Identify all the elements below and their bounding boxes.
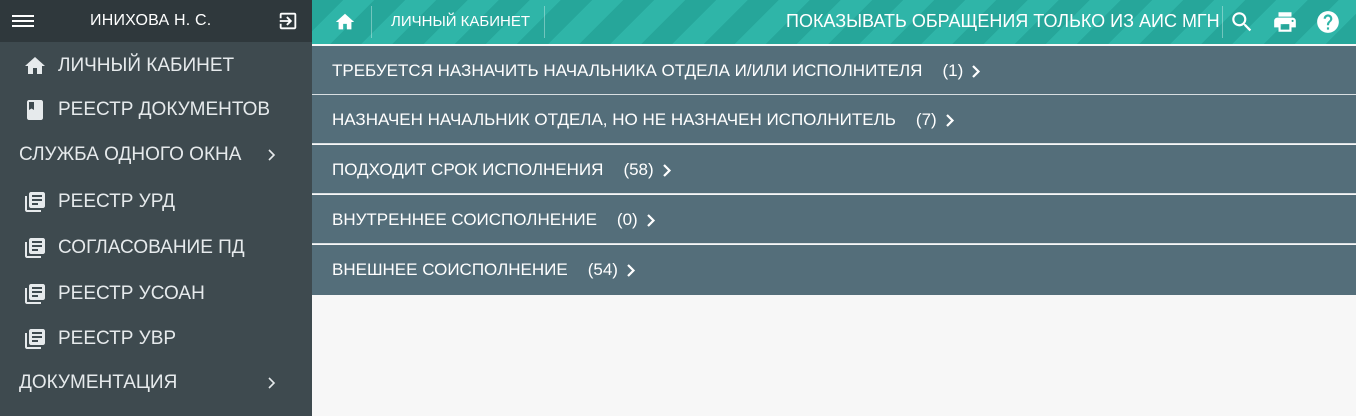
- sidebar-group-documentation[interactable]: ДОКУМЕНТАЦИЯ: [0, 361, 312, 405]
- chevron-right-icon: [945, 113, 954, 127]
- section-count: (58): [623, 160, 654, 179]
- sidebar-item-label: РЕЕСТР УРД: [58, 191, 176, 212]
- chevron-right-icon: [268, 149, 276, 161]
- top-bar: ЛИЧНЫЙ КАБИНЕТ ПОКАЗЫВАТЬ ОБРАЩЕНИЯ ТОЛЬ…: [312, 0, 1356, 44]
- library-books-icon: [25, 192, 45, 212]
- chevron-right-icon: [972, 64, 981, 78]
- menu-icon[interactable]: [12, 12, 34, 30]
- sidebar-item-label: РЕЕСТР УВР: [58, 328, 177, 349]
- sidebar-group-label: СЛУЖБА ОДНОГО ОКНА: [19, 144, 242, 165]
- sidebar-item-usoan-registry[interactable]: РЕЕСТР УСОАН: [0, 272, 312, 316]
- divider: [1222, 6, 1223, 38]
- section-row-assign-head-or-executor[interactable]: ТРЕБУЕТСЯ НАЗНАЧИТЬ НАЧАЛЬНИКА ОТДЕЛА И/…: [312, 46, 1356, 95]
- home-icon[interactable]: [334, 11, 356, 33]
- section-label: ВНУТРЕННЕЕ СОИСПОЛНЕНИЕ: [332, 210, 597, 229]
- section-count: (54): [587, 260, 618, 279]
- library-books-icon: [25, 284, 45, 304]
- divider: [544, 6, 545, 38]
- print-icon[interactable]: [1272, 9, 1298, 35]
- section-label: ВНЕШНЕЕ СОИСПОЛНЕНИЕ: [332, 260, 568, 279]
- section-row-external-coexecution[interactable]: ВНЕШНЕЕ СОИСПОЛНЕНИЕ (54): [312, 245, 1356, 295]
- sidebar-item-label: СОГЛАСОВАНИЕ ПД: [58, 237, 245, 258]
- chevron-right-icon: [662, 163, 671, 177]
- section-label: НАЗНАЧЕН НАЧАЛЬНИК ОТДЕЛА, НО НЕ НАЗНАЧЕ…: [332, 110, 896, 129]
- sidebar-item-uvr-registry[interactable]: РЕЕСТР УВР: [0, 317, 312, 361]
- section-label: ТРЕБУЕТСЯ НАЗНАЧИТЬ НАЧАЛЬНИКА ОТДЕЛА И/…: [332, 61, 923, 80]
- sidebar-item-label: РЕЕСТР УСОАН: [58, 283, 205, 304]
- breadcrumb[interactable]: ЛИЧНЫЙ КАБИНЕТ: [391, 13, 530, 30]
- section-row-internal-coexecution[interactable]: ВНУТРЕННЕЕ СОИСПОЛНЕНИЕ (0): [312, 195, 1356, 244]
- sidebar-item-document-registry[interactable]: РЕЕСТР ДОКУМЕНТОВ: [0, 88, 312, 132]
- sidebar-item-urd-registry[interactable]: РЕЕСТР УРД: [0, 180, 312, 224]
- user-name: ИНИХОВА Н. С.: [90, 12, 212, 29]
- section-count: (7): [915, 110, 937, 129]
- sidebar-item-label: РЕЕСТР ДОКУМЕНТОВ: [58, 99, 271, 120]
- library-books-icon: [25, 329, 45, 349]
- sidebar-item-personal-cabinet[interactable]: ЛИЧНЫЙ КАБИНЕТ: [0, 44, 312, 88]
- chevron-right-icon: [646, 213, 655, 227]
- section-row-head-assigned-no-executor[interactable]: НАЗНАЧЕН НАЧАЛЬНИК ОТДЕЛА, НО НЕ НАЗНАЧЕ…: [312, 95, 1356, 144]
- sidebar: ИНИХОВА Н. С. ЛИЧНЫЙ КАБИНЕТ РЕЕСТР ДОКУ…: [0, 0, 312, 416]
- section-count: (1): [942, 61, 964, 80]
- sidebar-header: ИНИХОВА Н. С.: [0, 0, 312, 42]
- section-row-deadline-approaching[interactable]: ПОДХОДИТ СРОК ИСПОЛНЕНИЯ (58): [312, 145, 1356, 194]
- sidebar-group-label: ДОКУМЕНТАЦИЯ: [19, 372, 178, 393]
- help-icon[interactable]: [1315, 9, 1341, 35]
- chevron-right-icon: [268, 377, 276, 389]
- section-count: (0): [616, 210, 638, 229]
- search-icon[interactable]: [1229, 9, 1255, 35]
- library-books-icon: [25, 238, 45, 258]
- sidebar-item-label: ЛИЧНЫЙ КАБИНЕТ: [58, 55, 235, 76]
- home-icon: [25, 57, 45, 74]
- divider: [371, 6, 372, 38]
- section-label: ПОДХОДИТ СРОК ИСПОЛНЕНИЯ: [332, 160, 604, 179]
- logout-icon[interactable]: [277, 10, 299, 32]
- sidebar-group-one-window[interactable]: СЛУЖБА ОДНОГО ОКНА: [0, 133, 312, 177]
- chevron-right-icon: [627, 263, 635, 277]
- filter-toggle-ais-mgn[interactable]: ПОКАЗЫВАТЬ ОБРАЩЕНИЯ ТОЛЬКО ИЗ АИС МГН: [786, 11, 1220, 32]
- sidebar-item-pd-approval[interactable]: СОГЛАСОВАНИЕ ПД: [0, 226, 312, 270]
- book-icon: [27, 100, 43, 120]
